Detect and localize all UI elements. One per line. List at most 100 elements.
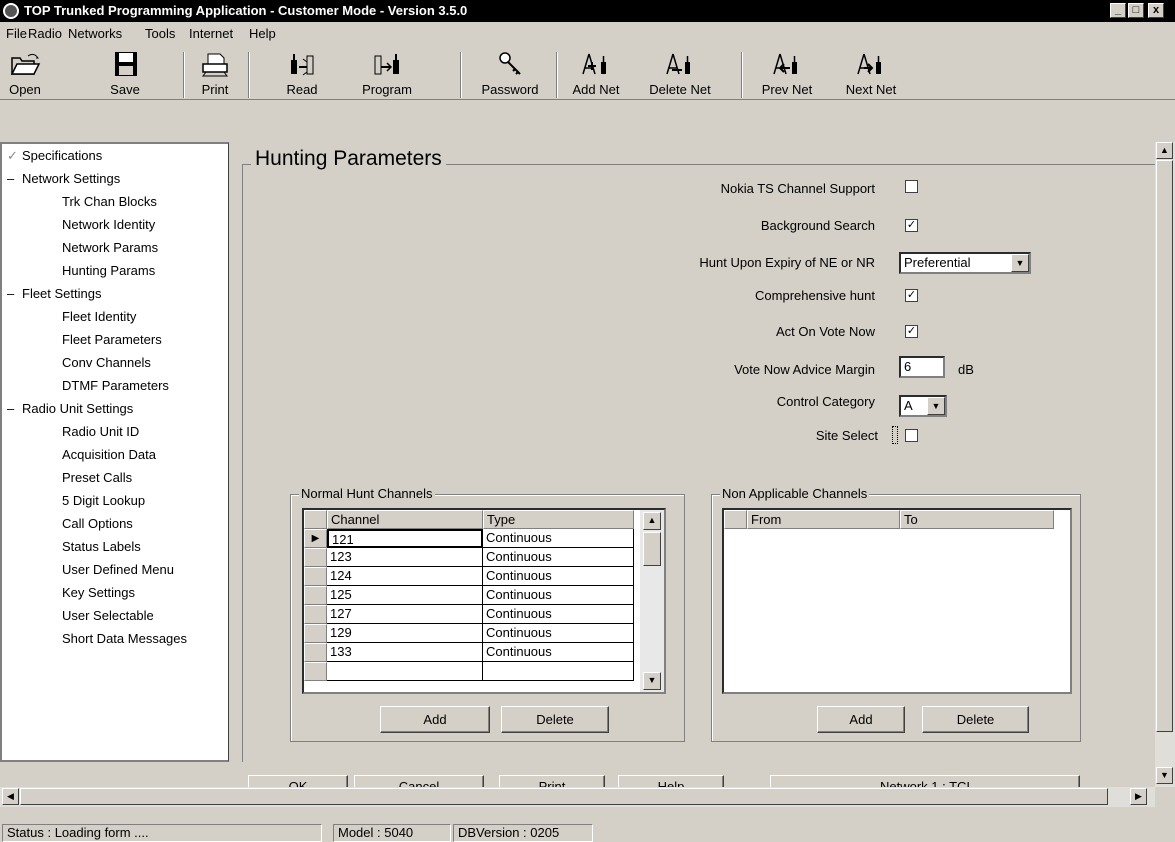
tree-item-fleet-identity[interactable]: Fleet Identity [62,309,136,324]
table-cell[interactable]: 123 [327,548,483,567]
table-cell[interactable]: 125 [327,586,483,605]
normal-hunt-channels-grid[interactable]: Channel Type ▶ 121 Continuous 123 Contin… [302,508,666,694]
menu-internet[interactable]: Internet [189,26,233,41]
tree-item-conv-channels[interactable]: Conv Channels [62,355,151,370]
scroll-thumb-horizontal[interactable] [20,788,1108,805]
site-select-checkbox[interactable] [905,429,918,442]
tree-item-dtmf-parameters[interactable]: DTMF Parameters [62,378,169,393]
table-cell[interactable]: Continuous [483,605,634,624]
scroll-left-icon[interactable]: ◀ [2,788,19,805]
scroll-thumb[interactable] [1156,160,1173,732]
minimize-button[interactable]: _ [1110,3,1126,18]
next-net-button[interactable]: Next Net [836,48,906,98]
row-selector[interactable] [304,586,327,605]
vote-now-margin-input[interactable]: 6 [899,356,945,378]
control-category-select[interactable]: A ▼ [899,395,947,417]
comprehensive-hunt-checkbox[interactable]: ✓ [905,289,918,302]
tree-item-fleet-parameters[interactable]: Fleet Parameters [62,332,162,347]
nokia-ts-checkbox[interactable] [905,180,918,193]
hunt-upon-expiry-select[interactable]: Preferential ▼ [899,252,1031,274]
delete-net-button[interactable]: Delete Net [637,48,723,98]
table-cell[interactable]: Continuous [483,548,634,567]
tree-item-radio-unit-id[interactable]: Radio Unit ID [62,424,139,439]
row-selector-icon[interactable]: ▶ [304,529,327,548]
app-icon[interactable] [3,3,19,19]
menu-networks[interactable]: Networks [68,26,122,41]
print-button[interactable]: Print [190,48,240,98]
chevron-down-icon[interactable]: ▼ [927,397,945,415]
tree-item-network-params[interactable]: Network Params [62,240,158,255]
close-button[interactable]: x [1148,3,1164,18]
tree-item-hunting-params[interactable]: Hunting Params [62,263,155,278]
tree-item-trk-chan-blocks[interactable]: Trk Chan Blocks [62,194,157,209]
tree-item-user-defined-menu[interactable]: User Defined Menu [62,562,174,577]
tree-item-network-settings[interactable]: – Network Settings [7,171,120,186]
read-button[interactable]: Read [272,48,332,98]
print-form-button[interactable]: Print [499,775,605,787]
add-net-button[interactable]: Add Net [560,48,632,98]
normal-hunt-add-button[interactable]: Add [380,706,490,733]
scroll-down-icon[interactable]: ▼ [643,672,661,690]
ok-button[interactable]: OK [248,775,348,787]
prev-net-button[interactable]: Prev Net [752,48,822,98]
open-button[interactable]: Open [0,48,50,98]
table-cell[interactable]: 129 [327,624,483,643]
tree-item-5-digit-lookup[interactable]: 5 Digit Lookup [62,493,145,508]
to-column-header[interactable]: To [900,510,1054,529]
table-cell-partial[interactable] [327,662,483,681]
tree-item-short-data-messages[interactable]: Short Data Messages [62,631,187,646]
tree-item-fleet-settings[interactable]: – Fleet Settings [7,286,102,301]
table-cell[interactable]: Continuous [483,624,634,643]
tree-item-status-labels[interactable]: Status Labels [62,539,141,554]
table-cell[interactable]: 133 [327,643,483,662]
program-button[interactable]: Program [352,48,422,98]
main-horizontal-scrollbar[interactable]: ◀ ▶ [0,787,1155,807]
tree-item-network-identity[interactable]: Network Identity [62,217,155,232]
table-cell-partial[interactable] [483,662,634,681]
type-column-header[interactable]: Type [483,510,634,529]
row-selector[interactable] [304,605,327,624]
table-cell[interactable]: Continuous [483,567,634,586]
table-cell[interactable]: 124 [327,567,483,586]
table-cell[interactable]: Continuous [483,586,634,605]
background-search-checkbox[interactable]: ✓ [905,219,918,232]
menu-radio[interactable]: Radio [28,26,62,41]
table-cell[interactable]: 127 [327,605,483,624]
non-applicable-add-button[interactable]: Add [817,706,905,733]
chevron-down-icon[interactable]: ▼ [1011,254,1029,272]
scroll-up-icon[interactable]: ▲ [1156,142,1173,159]
tree-item-acquisition-data[interactable]: Acquisition Data [62,447,156,462]
tree-item-specifications[interactable]: ✓ Specifications [7,148,102,163]
non-applicable-channels-grid[interactable]: From To [722,508,1072,694]
help-button[interactable]: Help [618,775,724,787]
tree-item-call-options[interactable]: Call Options [62,516,133,531]
row-selector[interactable] [304,643,327,662]
scroll-right-icon[interactable]: ▶ [1130,788,1147,805]
tree-item-preset-calls[interactable]: Preset Calls [62,470,132,485]
from-column-header[interactable]: From [747,510,900,529]
menu-file[interactable]: File [6,26,27,41]
scroll-down-icon[interactable]: ▼ [1156,767,1173,784]
row-selector[interactable] [304,624,327,643]
tree-item-radio-unit-settings[interactable]: – Radio Unit Settings [7,401,133,416]
scroll-thumb[interactable] [643,532,661,566]
password-button[interactable]: Password [470,48,550,98]
main-vertical-scrollbar[interactable]: ▲ ▼ [1155,142,1175,787]
row-selector[interactable] [304,662,327,681]
normal-hunt-delete-button[interactable]: Delete [501,706,609,733]
grid-vertical-scrollbar[interactable]: ▲ ▼ [640,510,664,692]
non-applicable-delete-button[interactable]: Delete [922,706,1029,733]
tree-item-key-settings[interactable]: Key Settings [62,585,135,600]
channel-column-header[interactable]: Channel [327,510,483,529]
table-cell[interactable]: 121 [327,529,483,548]
table-cell[interactable]: Continuous [483,529,634,548]
act-on-vote-now-checkbox[interactable]: ✓ [905,325,918,338]
row-selector[interactable] [304,567,327,586]
tree-item-user-selectable[interactable]: User Selectable [62,608,154,623]
maximize-button[interactable]: □ [1128,3,1144,18]
row-selector[interactable] [304,548,327,567]
menu-help[interactable]: Help [249,26,276,41]
save-button[interactable]: Save [100,48,150,98]
table-cell[interactable]: Continuous [483,643,634,662]
scroll-up-icon[interactable]: ▲ [643,512,661,530]
